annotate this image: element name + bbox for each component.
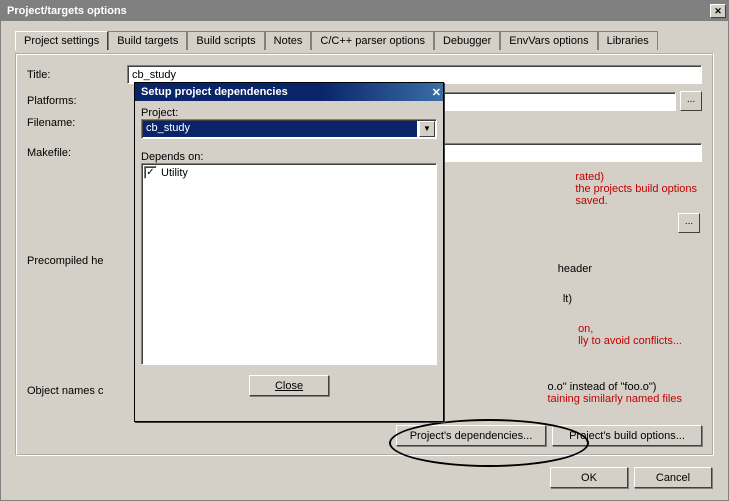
tab-c-cpp-parser-options[interactable]: C/C++ parser options [311, 31, 434, 50]
project-label: Project: [141, 107, 437, 119]
tab-debugger[interactable]: Debugger [434, 31, 500, 50]
setup-project-dependencies-dialog: Setup project dependencies ✕ Project: cb… [134, 82, 444, 422]
warning-line: saved. [575, 195, 697, 207]
project-selected: cb_study [143, 121, 417, 137]
precompiled-headers-label: Precompiled he [27, 255, 127, 267]
platforms-browse-button[interactable]: ... [680, 91, 702, 111]
object-names-label: Object names c [27, 385, 127, 397]
platforms-input[interactable] [436, 92, 676, 111]
makefile-label: Makefile: [27, 147, 127, 159]
depends-on-label: Depends on: [141, 151, 437, 163]
tab-notes[interactable]: Notes [265, 31, 312, 50]
pch-fragment: header [558, 263, 592, 275]
ok-button[interactable]: OK [550, 467, 628, 488]
title-label: Title: [27, 69, 127, 81]
depends-on-list[interactable]: ✓ Utility [141, 163, 437, 365]
pch-fragment: lt) [563, 293, 572, 305]
dialog-buttons: OK Cancel [550, 467, 712, 488]
projects-dependencies-button[interactable]: Project's dependencies... [396, 425, 546, 446]
makefile-input[interactable] [436, 143, 702, 162]
list-item[interactable]: ✓ Utility [144, 166, 434, 179]
project-combobox[interactable]: cb_study ▼ [141, 119, 437, 139]
projects-build-options-button[interactable]: Project's build options... [552, 425, 702, 446]
pch-warning: lly to avoid conflicts... [578, 335, 682, 347]
close-icon[interactable]: ✕ [432, 86, 441, 99]
tab-libraries[interactable]: Libraries [598, 31, 658, 50]
child-body: Project: cb_study ▼ Depends on: ✓ Utilit… [141, 105, 437, 413]
filename-label: Filename: [27, 117, 127, 129]
window-title: Project/targets options [7, 5, 127, 17]
tab-envvars-options[interactable]: EnvVars options [500, 31, 597, 50]
child-titlebar: Setup project dependencies ✕ [135, 83, 443, 101]
checkbox-icon[interactable]: ✓ [144, 166, 157, 179]
warning-line: rated) [575, 171, 697, 183]
warning-line: the projects build options [575, 183, 697, 195]
close-icon[interactable]: ✕ [710, 4, 726, 18]
obj-fragment: o.o" instead of "foo.o") [548, 381, 683, 393]
browse-button[interactable]: ... [678, 213, 700, 233]
platforms-label: Platforms: [27, 95, 127, 107]
cancel-button[interactable]: Cancel [634, 467, 712, 488]
tab-project-settings[interactable]: Project settings [15, 31, 108, 50]
obj-warning: taining similarly named files [548, 393, 683, 405]
list-item-label: Utility [161, 167, 188, 179]
child-window-title: Setup project dependencies [141, 86, 288, 98]
close-button[interactable]: Close [249, 375, 329, 396]
titlebar: Project/targets options ✕ [1, 1, 728, 21]
tab-build-targets[interactable]: Build targets [108, 31, 187, 50]
tab-build-scripts[interactable]: Build scripts [187, 31, 264, 50]
tab-strip: Project settings Build targets Build scr… [15, 31, 714, 50]
chevron-down-icon[interactable]: ▼ [419, 121, 435, 137]
pch-warning: on, [578, 323, 682, 335]
